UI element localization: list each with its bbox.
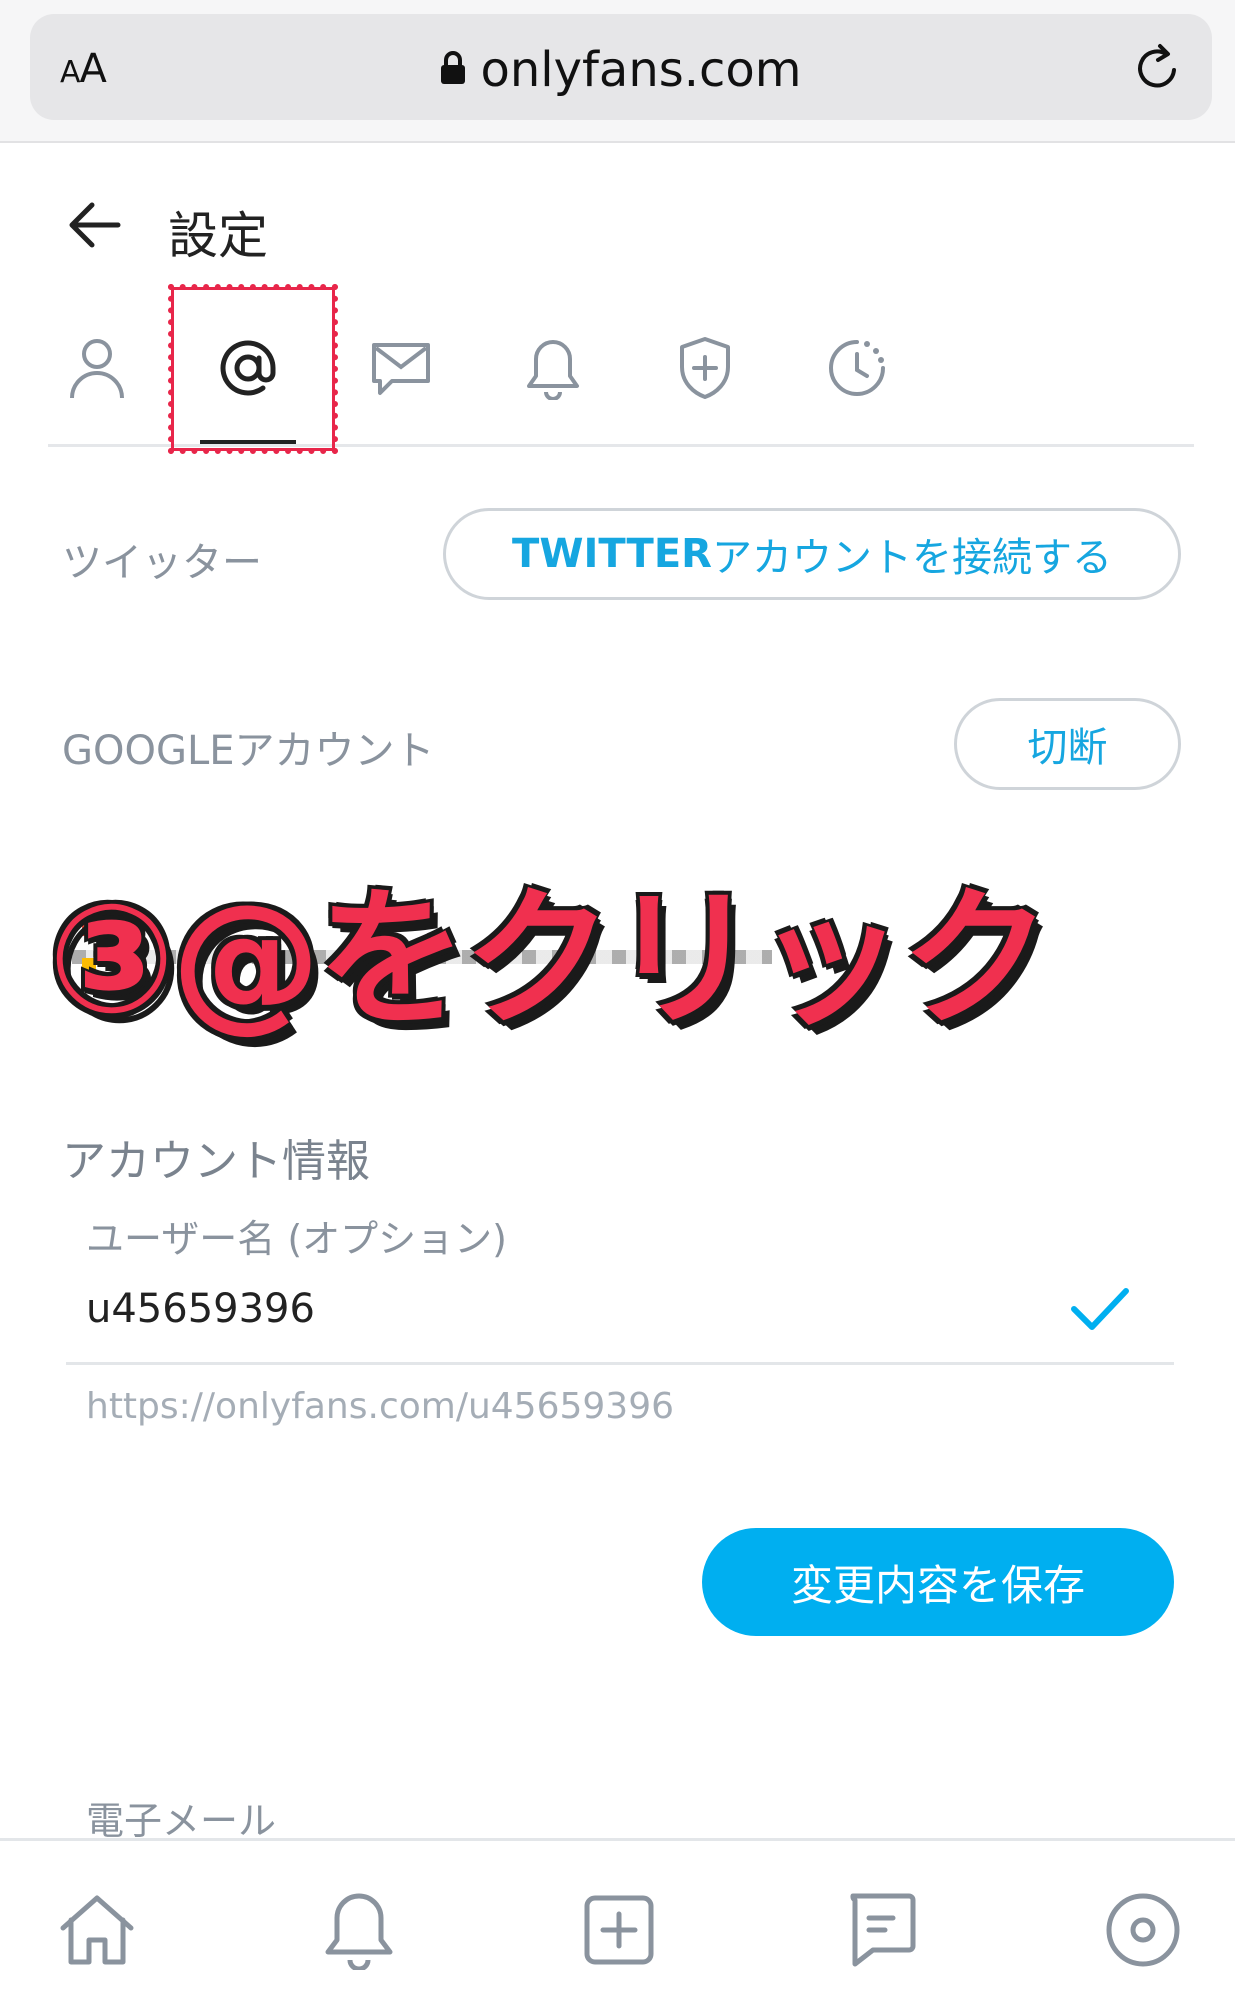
tab-notifications[interactable] <box>508 323 598 413</box>
tab-profile[interactable] <box>52 323 142 413</box>
nav-messages[interactable] <box>836 1885 926 1975</box>
shield-plus-icon <box>680 337 730 399</box>
lock-icon <box>441 51 466 84</box>
profile-url: https://onlyfans.com/u45659396 <box>86 1386 675 1427</box>
address-bar[interactable]: AA onlyfans.com <box>30 14 1212 120</box>
connect-twitter-button-label: アカウントを接続する <box>711 535 1112 581</box>
tab-highlight-annotation <box>168 284 338 454</box>
plus-square-icon <box>584 1895 654 1965</box>
account-info-heading: アカウント情報 <box>62 1136 370 1187</box>
nav-new-post[interactable] <box>574 1885 664 1975</box>
bell-icon <box>325 1893 393 1970</box>
bell-icon <box>527 340 579 400</box>
checkmark-icon <box>1071 1288 1129 1330</box>
back-arrow-icon[interactable] <box>66 200 122 250</box>
user-circle-icon <box>1106 1893 1180 1967</box>
connect-twitter-button[interactable]: TWITTER アカウントを接続する <box>443 508 1181 600</box>
google-label: GOOGLEアカウント <box>62 728 435 774</box>
envelope-icon <box>372 343 430 395</box>
disconnect-google-button[interactable]: 切断 <box>954 698 1181 790</box>
url-text: onlyfans.com <box>480 42 802 98</box>
username-input[interactable]: u45659396 <box>86 1286 315 1332</box>
connect-twitter-button-brand: TWITTER <box>512 531 712 577</box>
url-display[interactable]: onlyfans.com <box>30 42 1212 98</box>
nav-notifications[interactable] <box>314 1885 404 1975</box>
tab-history[interactable] <box>812 323 902 413</box>
email-label: 電子メール <box>86 1799 277 1843</box>
chat-icon <box>850 1893 916 1967</box>
save-changes-button[interactable]: 変更内容を保存 <box>702 1528 1174 1636</box>
instruction-overlay: ③@をクリック <box>48 873 1051 1047</box>
page-title: 設定 <box>168 207 268 265</box>
nav-profile[interactable] <box>1098 1885 1188 1975</box>
bottom-navigation <box>0 1838 1235 2012</box>
home-icon <box>60 1895 134 1965</box>
person-icon <box>70 339 124 399</box>
twitter-label: ツイッター <box>62 540 262 586</box>
nav-home[interactable] <box>52 1885 142 1975</box>
username-label: ユーザー名 (オプション) <box>86 1217 507 1261</box>
tab-messages[interactable] <box>356 323 446 413</box>
clock-dotted-icon <box>829 340 885 396</box>
username-underline <box>66 1362 1174 1365</box>
reload-icon[interactable] <box>1130 38 1186 98</box>
tab-security[interactable] <box>660 323 750 413</box>
browser-toolbar: AA onlyfans.com <box>0 0 1235 143</box>
